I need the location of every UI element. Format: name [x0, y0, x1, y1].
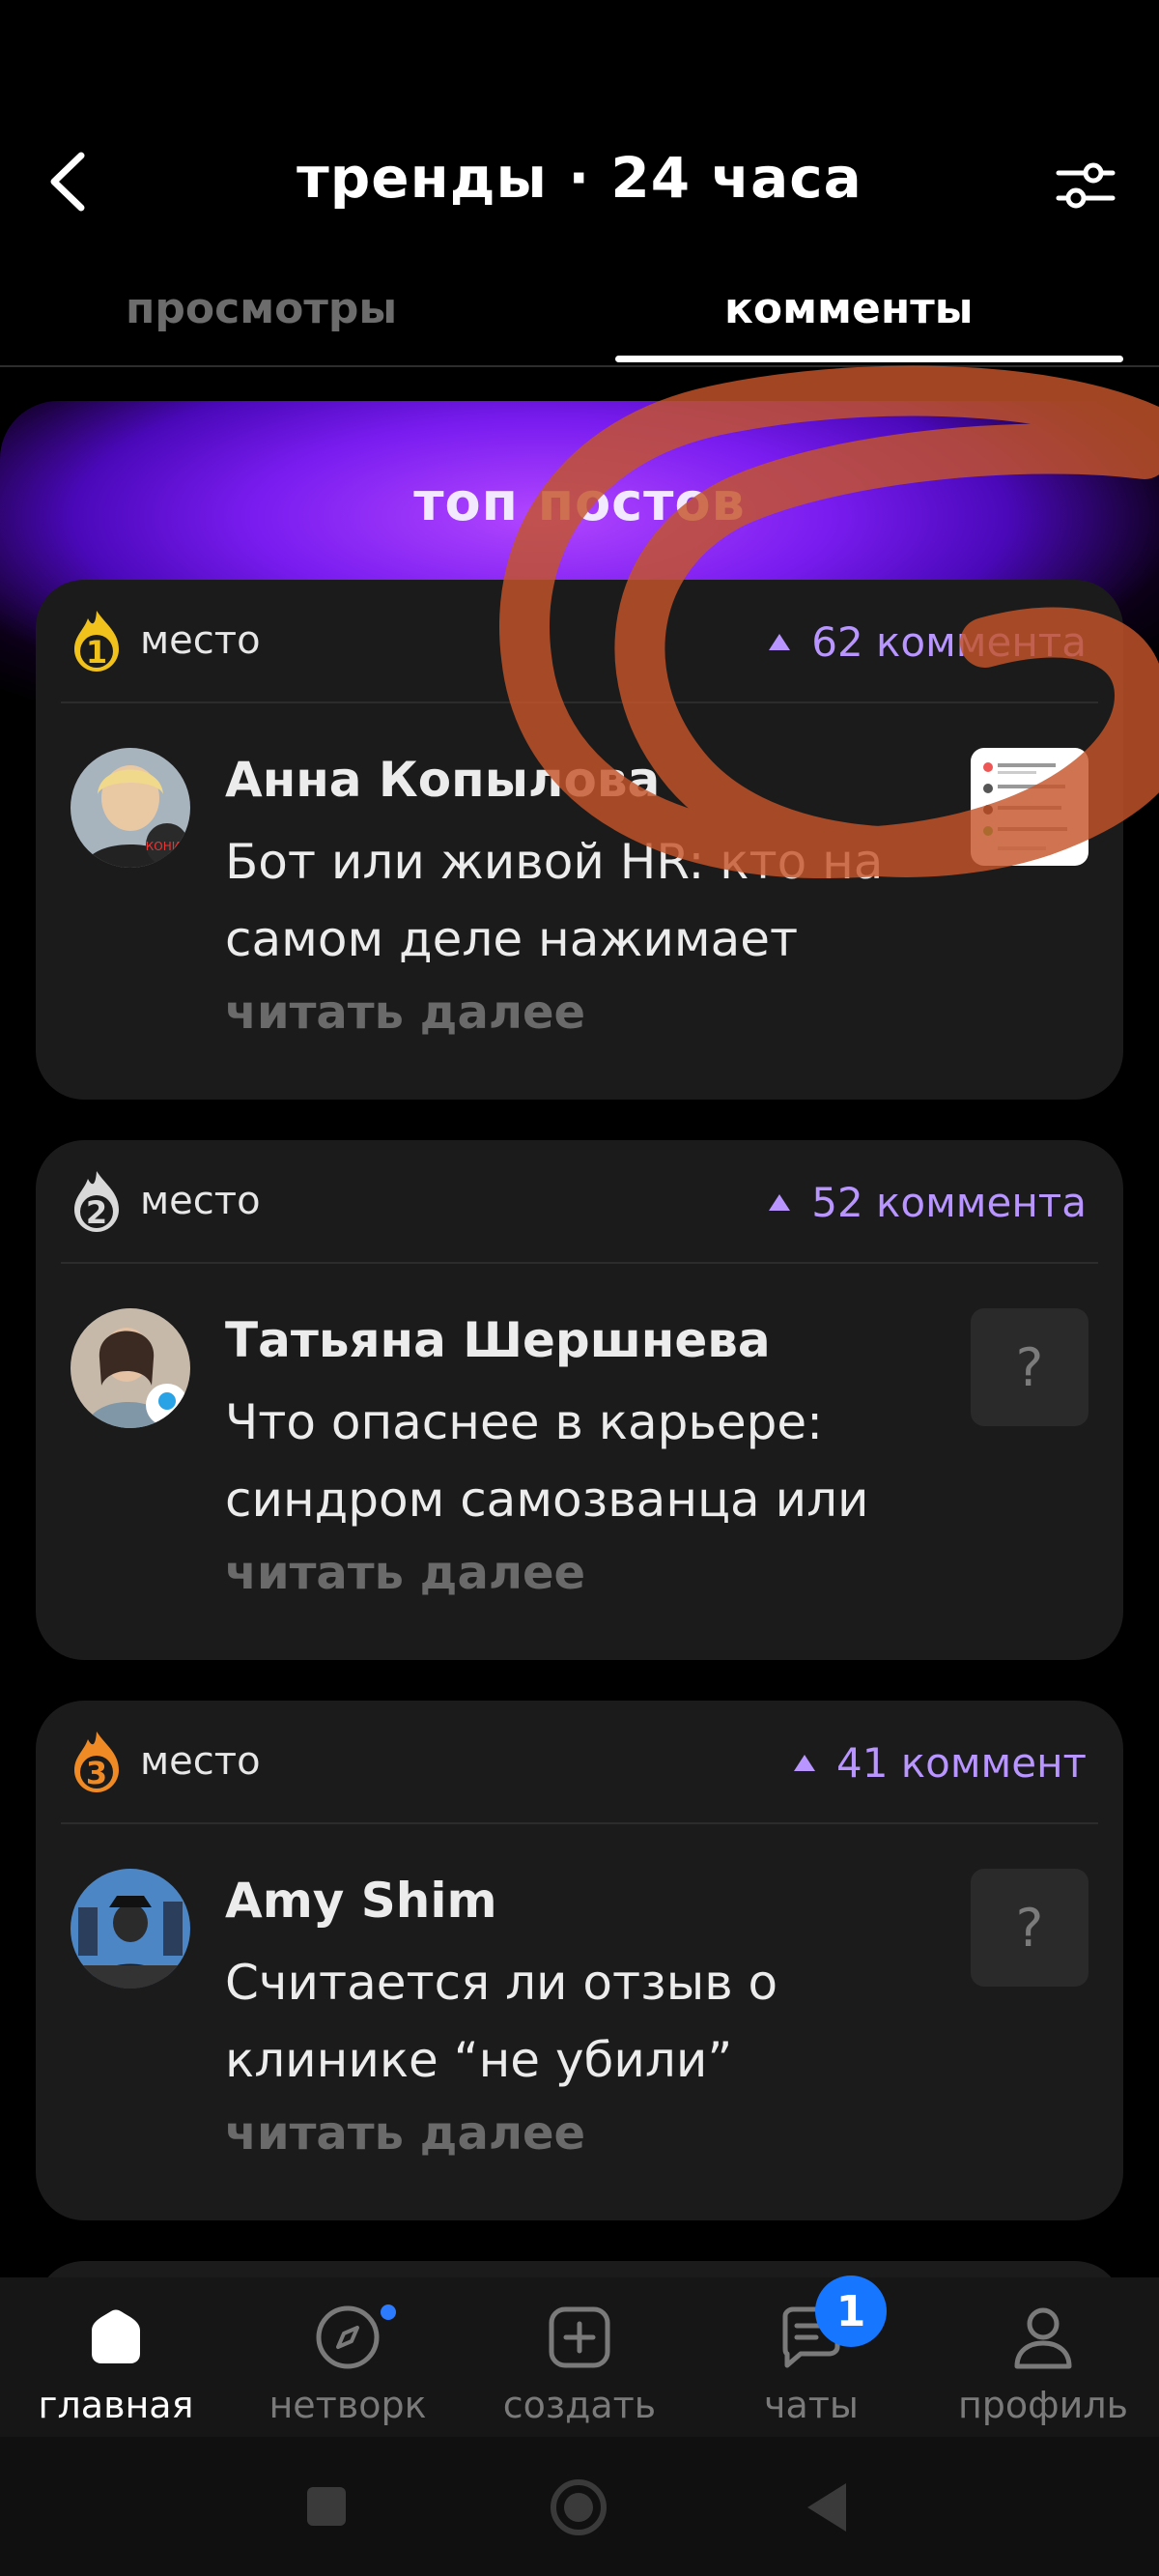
- nav-label: создать: [502, 2384, 657, 2426]
- rank-label: место: [140, 618, 261, 663]
- avatar[interactable]: [71, 1308, 190, 1428]
- svg-text:3: 3: [86, 1755, 107, 1791]
- home-circle-icon[interactable]: [549, 2477, 608, 2537]
- comment-count: 52 коммента: [769, 1179, 1087, 1226]
- screenshot-thumbnail-icon: [983, 762, 1067, 850]
- comment-count: 62 коммента: [769, 618, 1087, 666]
- divider: [61, 701, 1098, 703]
- post-card[interactable]: 2 место 52 коммента Татьяна Шершнева Что…: [36, 1140, 1123, 1660]
- rank-label: место: [140, 1179, 261, 1223]
- author-name[interactable]: Татьяна Шершнева: [225, 1312, 771, 1368]
- flame-rank-icon: 1: [74, 611, 119, 672]
- page-title: тренды · 24 часа: [297, 145, 862, 211]
- post-thumbnail[interactable]: [971, 748, 1088, 866]
- active-tab-indicator: [615, 356, 1123, 362]
- svg-text:1: 1: [86, 634, 107, 671]
- compass-icon: [316, 2305, 380, 2369]
- filter-button[interactable]: [1047, 147, 1124, 224]
- nav-label: нетворк: [269, 2384, 427, 2426]
- up-arrow-icon: [769, 1194, 791, 1211]
- nav-chats[interactable]: 1 чаты: [705, 2275, 918, 2426]
- post-text: Считается ли отзыв о клинике “не убили”: [225, 1955, 778, 2088]
- tab-comments[interactable]: комменты: [724, 284, 974, 333]
- comment-count: 41 коммент: [794, 1739, 1087, 1787]
- avatar[interactable]: [71, 1869, 190, 1989]
- nav-home[interactable]: главная: [10, 2299, 222, 2426]
- post-card[interactable]: 1 место 62 коммента КОНИК Анна Копылова …: [36, 580, 1123, 1100]
- read-more-link[interactable]: читать далее: [225, 986, 585, 1040]
- divider: [61, 1262, 1098, 1264]
- sliders-icon: [1056, 162, 1116, 209]
- nav-create[interactable]: создать: [473, 2299, 686, 2426]
- recents-icon[interactable]: [305, 2485, 348, 2528]
- flame-rank-icon: 2: [74, 1171, 119, 1232]
- read-more-link[interactable]: читать далее: [225, 2106, 585, 2161]
- tabs-bar: просмотры комменты: [0, 271, 1159, 367]
- author-name[interactable]: Amy Shim: [225, 1873, 497, 1929]
- placeholder-question-icon: ?: [1015, 1897, 1044, 1959]
- rank-badge: 2 место: [67, 1167, 261, 1235]
- flame-rank-icon: 3: [74, 1732, 119, 1792]
- post-text: Бот или живой HR: кто на самом деле нажи…: [225, 834, 884, 967]
- nav-label: профиль: [957, 2384, 1129, 2426]
- comment-count-text: 52 коммента: [811, 1179, 1087, 1226]
- nav-network[interactable]: нетворк: [241, 2299, 454, 2426]
- up-arrow-icon: [794, 1755, 815, 1771]
- nav-profile[interactable]: профиль: [937, 2299, 1149, 2426]
- up-arrow-icon: [769, 634, 791, 650]
- post-thumbnail[interactable]: ?: [971, 1869, 1088, 1987]
- home-icon: [92, 2309, 140, 2363]
- plus-square-icon: [549, 2306, 610, 2368]
- tab-views[interactable]: просмотры: [126, 284, 397, 333]
- author-name[interactable]: Анна Копылова: [225, 752, 660, 808]
- avatar[interactable]: КОНИК: [71, 748, 190, 868]
- svg-text:2: 2: [86, 1194, 107, 1231]
- nav-label: чаты: [764, 2384, 859, 2426]
- comment-count-text: 41 коммент: [836, 1739, 1087, 1787]
- placeholder-question-icon: ?: [1015, 1336, 1044, 1398]
- nav-label: главная: [38, 2384, 194, 2426]
- unread-badge: 1: [815, 2275, 887, 2347]
- svg-text:КОНИК: КОНИК: [146, 840, 189, 853]
- bottom-nav: главная нетворк создать 1 чаты профиль: [0, 2275, 1159, 2437]
- section-title: топ постов: [413, 472, 746, 532]
- read-more-link[interactable]: читать далее: [225, 1546, 585, 1600]
- divider: [61, 1822, 1098, 1824]
- system-nav-bar: [0, 2437, 1159, 2576]
- comment-count-text: 62 коммента: [811, 618, 1087, 666]
- notification-dot: [381, 2304, 396, 2320]
- back-triangle-icon[interactable]: [806, 2481, 848, 2533]
- post-text: Что опаснее в карьере: синдром самозванц…: [225, 1394, 869, 1528]
- post-thumbnail[interactable]: ?: [971, 1308, 1088, 1426]
- post-card[interactable]: 3 место 41 коммент Amy Shim Считается ли…: [36, 1701, 1123, 2220]
- top-header: тренды · 24 часа: [0, 116, 1159, 242]
- rank-badge: 3 место: [67, 1728, 261, 1795]
- rank-badge: 1 место: [67, 607, 261, 674]
- person-icon: [1014, 2307, 1072, 2369]
- rank-label: место: [140, 1739, 261, 1784]
